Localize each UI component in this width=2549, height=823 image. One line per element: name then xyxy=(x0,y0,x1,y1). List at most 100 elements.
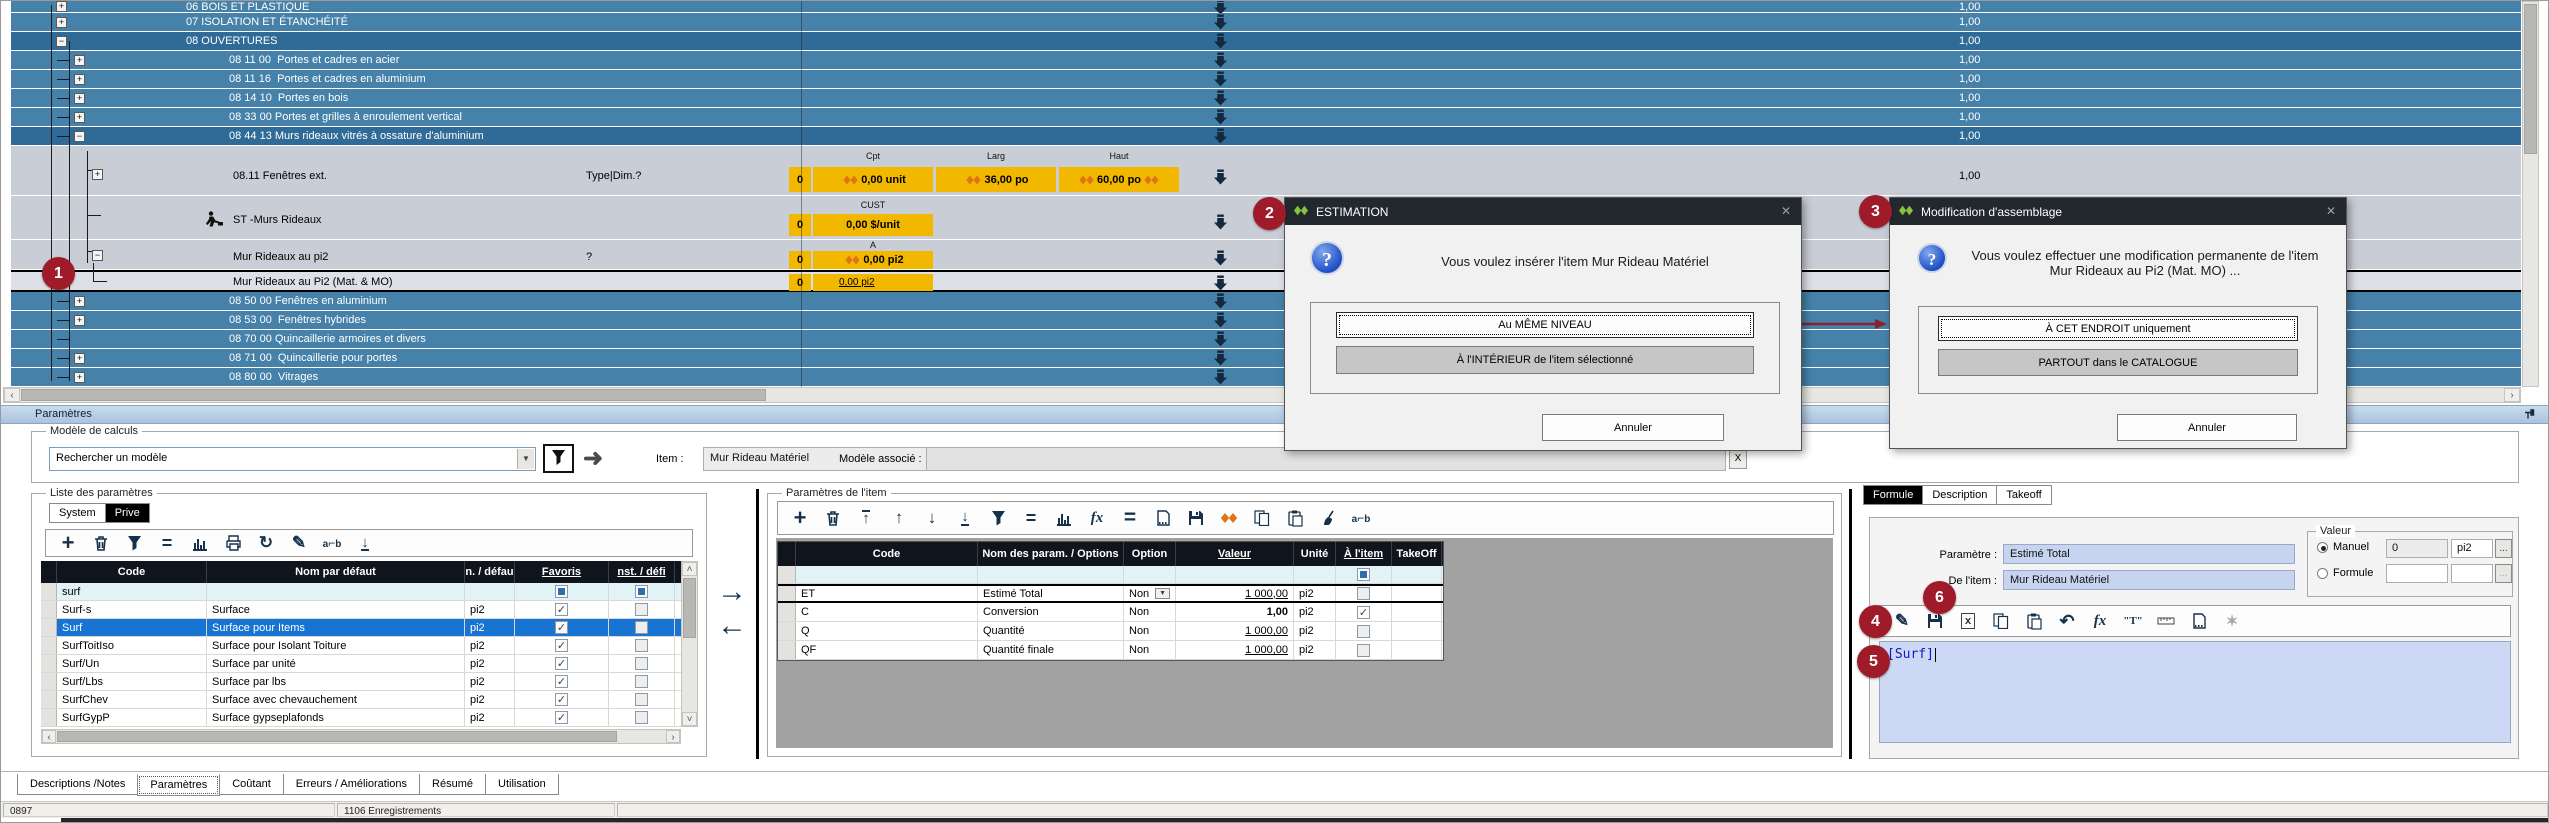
value-cell[interactable]: 0,00 $/unit xyxy=(813,214,933,236)
manual-value-field[interactable]: 0 xyxy=(2386,539,2448,558)
tree-expander-minus-icon[interactable]: − xyxy=(92,250,103,261)
trash-icon[interactable] xyxy=(821,507,845,529)
parameter-row[interactable]: Surf/UnSurface par unitépi2✓ xyxy=(41,655,698,673)
left-table-vscrollbar[interactable]: ˄ ˅ xyxy=(681,561,698,727)
tree-row[interactable]: −08 44 13 Murs rideaux vitrés à ossature… xyxy=(11,127,2521,146)
formula-value-field[interactable] xyxy=(2386,564,2448,583)
tree-row[interactable]: −08 OUVERTURES1,00 xyxy=(11,32,2521,51)
column-header[interactable]: Code xyxy=(796,542,978,566)
tree-expander-plus-icon[interactable]: + xyxy=(74,74,85,85)
close-icon[interactable]: ✕ xyxy=(1781,204,1791,218)
insert-here-icon[interactable] xyxy=(1213,128,1229,144)
tree-row[interactable]: +08 11 16 Portes et cadres en aluminium1… xyxy=(11,70,2521,89)
checkbox-checked-icon[interactable]: ✓ xyxy=(555,603,568,616)
plus-icon[interactable]: + xyxy=(56,532,80,554)
value-cell[interactable]: 0 xyxy=(789,214,811,236)
fx-icon[interactable]: fx xyxy=(1085,507,1109,529)
refresh-icon[interactable]: ↻ xyxy=(254,532,278,554)
copy-icon[interactable] xyxy=(1989,610,2013,632)
bottom-tab-param-tres[interactable]: Paramètres xyxy=(137,774,220,796)
scroll-up-icon[interactable]: ˄ xyxy=(682,562,697,576)
column-header[interactable]: À l'item xyxy=(1336,542,1392,566)
column-header[interactable]: Nom par défaut xyxy=(207,561,465,583)
row-header[interactable] xyxy=(41,709,57,726)
row-header[interactable] xyxy=(778,622,796,640)
fav-cell[interactable]: ✓ xyxy=(515,709,609,726)
scroll-down-icon[interactable]: ˅ xyxy=(682,712,697,726)
tab-description[interactable]: Description xyxy=(1923,485,1997,505)
insert-here-icon[interactable] xyxy=(1213,331,1229,347)
checkbox-indeterminate-icon[interactable] xyxy=(555,585,568,598)
bottom-tab-utilisation[interactable]: Utilisation xyxy=(485,774,559,795)
value-cell[interactable]: 0 xyxy=(789,251,811,269)
checkbox-unchecked-icon[interactable] xyxy=(635,675,648,688)
ab-icon[interactable]: a⌐b xyxy=(1349,507,1373,529)
everywhere-catalogue-button[interactable]: PARTOUT dans le CATALOGUE xyxy=(1938,349,2298,376)
tree-expander-plus-icon[interactable]: + xyxy=(74,112,85,123)
tree-expander-plus-icon[interactable]: + xyxy=(74,93,85,104)
bottom-tab-co-tant[interactable]: Coûtant xyxy=(219,774,284,795)
diamonds-icon[interactable] xyxy=(1217,507,1241,529)
insert-here-icon[interactable] xyxy=(1213,369,1229,385)
formula-editor[interactable]: [Surf] xyxy=(1879,641,2511,743)
left-table-hscroll-thumb[interactable] xyxy=(57,731,617,742)
fav-cell[interactable]: ✓ xyxy=(515,655,609,672)
tree-expander-plus-icon[interactable]: + xyxy=(74,315,85,326)
undo-icon[interactable]: ↶ xyxy=(2055,610,2079,632)
insert-here-icon[interactable] xyxy=(1213,71,1229,87)
checkbox-unchecked-icon[interactable] xyxy=(635,657,648,670)
tree-expander-plus-icon[interactable]: + xyxy=(74,296,85,307)
manuel-radio[interactable]: Manuel xyxy=(2317,541,2369,553)
tree-hscroll-thumb[interactable] xyxy=(21,389,766,401)
item-parameter-row[interactable]: QFQuantité finaleNon1 000,00pi2 xyxy=(778,641,1443,660)
scroll-left-icon[interactable]: ‹ xyxy=(42,730,56,743)
value-cell[interactable]: 60,00 po xyxy=(1059,167,1179,192)
same-level-button[interactable]: Au MÊME NIVEAU xyxy=(1336,312,1754,338)
formula-unit-field[interactable] xyxy=(2451,564,2493,583)
bottom-tab-erreurs-am-liorations[interactable]: Erreurs / Améliorations xyxy=(283,774,420,795)
valeur-value[interactable]: 1,00 xyxy=(1267,606,1288,618)
checkbox-unchecked-icon[interactable] xyxy=(635,621,648,634)
inst-cell[interactable] xyxy=(609,637,675,654)
insert-here-icon[interactable] xyxy=(1213,14,1229,30)
pin-icon[interactable] xyxy=(2523,408,2536,427)
item-parameter-row[interactable]: QQuantitéNon1 000,00pi2 xyxy=(778,622,1443,641)
inst-cell[interactable] xyxy=(609,619,675,636)
tree-row[interactable]: +08 11 00 Portes et cadres en acier1,00 xyxy=(11,51,2521,70)
tree-expander-plus-icon[interactable]: + xyxy=(92,169,103,180)
pencil-icon[interactable]: ✎ xyxy=(1890,610,1914,632)
column-header[interactable]: TakeOff xyxy=(1392,542,1442,566)
insert-here-icon[interactable] xyxy=(1213,312,1229,328)
ruler-icon[interactable] xyxy=(2154,610,2178,632)
unit-browse-button[interactable]: ... xyxy=(2495,539,2512,558)
filter-row[interactable]: surf xyxy=(41,583,698,601)
fav-cell[interactable]: ✓ xyxy=(515,673,609,690)
tree-vscroll-thumb[interactable] xyxy=(2524,4,2537,154)
checkbox-unchecked-icon[interactable] xyxy=(1357,587,1370,600)
checkbox-checked-icon[interactable]: ✓ xyxy=(555,711,568,724)
insert-here-icon[interactable] xyxy=(1213,214,1229,230)
estimation-dialog-titlebar[interactable]: ESTIMATION ✕ xyxy=(1285,198,1801,225)
tree-expander-minus-icon[interactable]: − xyxy=(74,131,85,142)
parameter-row[interactable]: Surf-sSurfacepi2✓ xyxy=(41,601,698,619)
here-only-button[interactable]: À CET ENDROIT uniquement xyxy=(1938,316,2298,341)
cancel-button[interactable]: Annuler xyxy=(2117,414,2297,441)
equals-icon[interactable]: = xyxy=(155,532,179,554)
valeur-value[interactable]: 1 000,00 xyxy=(1245,625,1288,637)
tree-expander-plus-icon[interactable]: + xyxy=(74,353,85,364)
transfer-right-icon[interactable]: → xyxy=(717,579,747,605)
formule-radio[interactable]: Formule xyxy=(2317,567,2373,579)
parameter-row[interactable]: SurfGypPSurface gypseplafondspi2✓ xyxy=(41,709,698,727)
parameter-row[interactable]: SurfToitIsoSurface pour Isolant Toiturep… xyxy=(41,637,698,655)
fav-cell[interactable]: ✓ xyxy=(515,619,609,636)
row-header[interactable] xyxy=(41,583,57,600)
clear-model-button[interactable]: X xyxy=(1729,449,1747,469)
valeur-value[interactable]: 1 000,00 xyxy=(1245,644,1288,656)
floppy-icon[interactable] xyxy=(1184,507,1208,529)
tree-expander-plus-icon[interactable]: + xyxy=(74,55,85,66)
ab-icon[interactable]: a⌐b xyxy=(320,532,344,554)
inst-cell[interactable] xyxy=(609,709,675,726)
row-header[interactable] xyxy=(41,691,57,708)
value-cell[interactable]: 36,00 po xyxy=(936,167,1056,192)
tree-expander-plus-icon[interactable]: + xyxy=(56,17,67,28)
